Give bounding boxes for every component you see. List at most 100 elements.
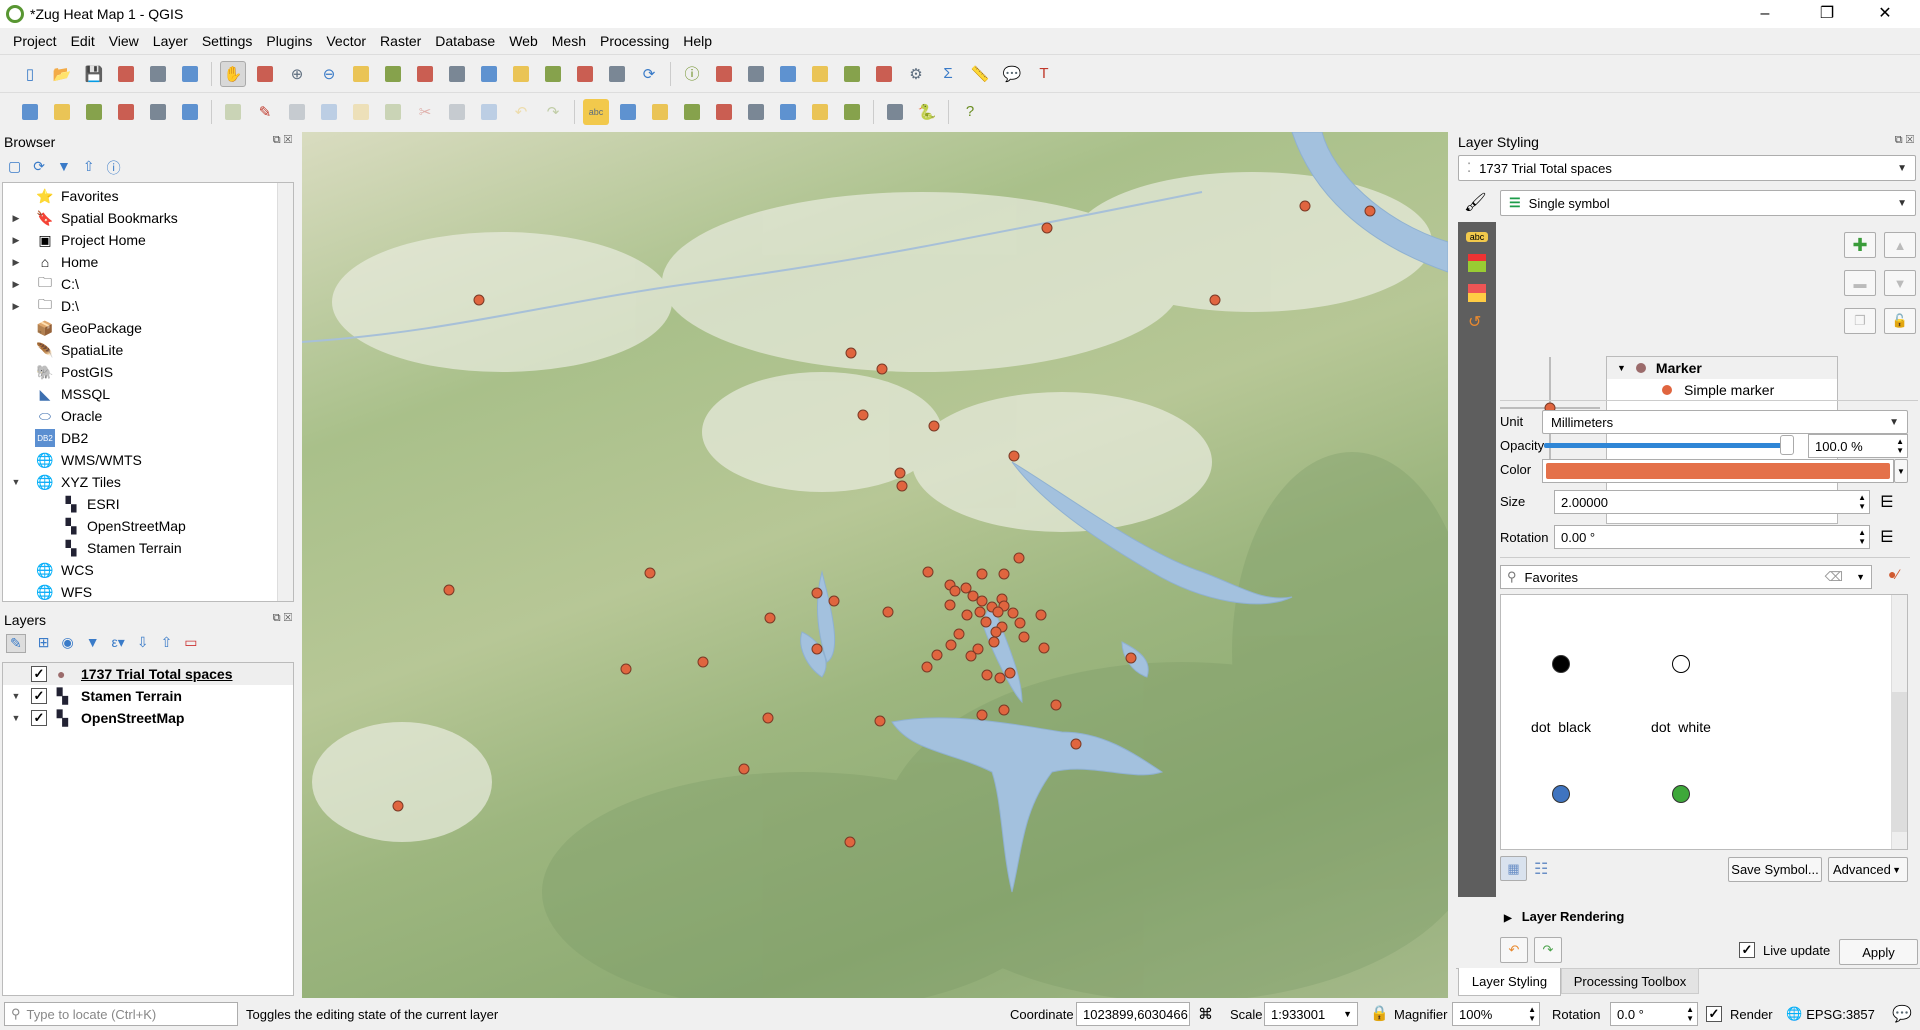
map-point[interactable]: [921, 661, 933, 673]
help-icon[interactable]: ?: [957, 99, 983, 125]
dock-buttons[interactable]: ⧉ ☒: [273, 134, 292, 147]
print-layout-icon[interactable]: [145, 61, 171, 87]
new-geopackage-icon[interactable]: [49, 99, 75, 125]
map-point[interactable]: [994, 672, 1006, 684]
history-tab-icon[interactable]: ↺: [1468, 312, 1496, 332]
new-temp-layer-icon[interactable]: [177, 99, 203, 125]
layer-visibility-checkbox[interactable]: ✓: [31, 666, 47, 682]
action-icon[interactable]: [711, 61, 737, 87]
new-spatial-bookmark-icon[interactable]: [572, 61, 598, 87]
map-point[interactable]: [949, 585, 961, 597]
map-point[interactable]: [1209, 294, 1221, 306]
move-up-button[interactable]: ▲: [1884, 232, 1916, 258]
map-point[interactable]: [1018, 631, 1030, 643]
map-point[interactable]: [762, 712, 774, 724]
render-checkbox[interactable]: ✓ Render: [1706, 1006, 1773, 1022]
data-defined-override-icon[interactable]: ⋿: [1880, 527, 1894, 547]
map-point[interactable]: [1038, 642, 1050, 654]
labels-tab-icon[interactable]: abc: [1466, 232, 1488, 242]
move-down-button[interactable]: ▼: [1884, 270, 1916, 296]
browser-item-oracle[interactable]: ⬭ Oracle: [3, 405, 293, 427]
map-point[interactable]: [876, 363, 888, 375]
menu-help[interactable]: Help: [676, 33, 719, 49]
map-canvas[interactable]: [302, 132, 1448, 998]
render-check[interactable]: ✓: [1706, 1006, 1722, 1022]
map-point[interactable]: [992, 606, 1004, 618]
menu-settings[interactable]: Settings: [195, 33, 260, 49]
pan-to-selection-icon[interactable]: [252, 61, 278, 87]
select-features-icon[interactable]: [743, 61, 769, 87]
menu-view[interactable]: View: [102, 33, 146, 49]
browser-item-db2[interactable]: DB2 DB2: [3, 427, 293, 449]
new-virtual-layer-icon[interactable]: [145, 99, 171, 125]
advanced-button[interactable]: Advanced ▼: [1828, 857, 1908, 882]
symbol-tree-root[interactable]: ▼ Marker: [1607, 357, 1837, 379]
filter-expression-icon[interactable]: ε▾: [112, 634, 125, 653]
live-update-checkbox[interactable]: ✓ Live update: [1739, 942, 1830, 958]
open-project-icon[interactable]: 📂: [49, 61, 75, 87]
map-point[interactable]: [811, 587, 823, 599]
map-point[interactable]: [1070, 738, 1082, 750]
info-icon[interactable]: ⓘ: [107, 158, 121, 178]
current-edits-icon[interactable]: [220, 99, 246, 125]
map-point[interactable]: [1364, 205, 1376, 217]
map-point[interactable]: [998, 568, 1010, 580]
symbol-tree-child[interactable]: Simple marker: [1607, 379, 1837, 401]
identify-icon[interactable]: ⓘ: [679, 61, 705, 87]
map-point[interactable]: [392, 800, 404, 812]
layer-select[interactable]: ⁚ 1737 Trial Total spaces ▼: [1458, 155, 1916, 181]
add-feature-icon[interactable]: [316, 99, 342, 125]
expand-arrow-icon[interactable]: ▶: [9, 235, 23, 246]
add-symbol-layer-button[interactable]: ✚: [1844, 232, 1876, 258]
rotation-spinbox[interactable]: 0.00 ° ▲ ▼: [1554, 525, 1870, 549]
map-point[interactable]: [931, 649, 943, 661]
layer-visibility-checkbox[interactable]: ✓: [31, 710, 47, 726]
new-shapefile-icon[interactable]: [81, 99, 107, 125]
measure-icon[interactable]: 📏: [967, 61, 993, 87]
layers-tree[interactable]: ✓ ● 1737 Trial Total spaces ▼ ✓ ▚ Stamen Terra…: [2, 662, 294, 996]
color-button[interactable]: [1542, 459, 1894, 483]
symbol-gallery[interactable]: dot black dot white: [1500, 594, 1908, 850]
copy-icon[interactable]: [444, 99, 470, 125]
symbol-item[interactable]: dot black: [1501, 615, 1621, 735]
refresh-icon[interactable]: ⟳: [33, 158, 45, 178]
symbol-item[interactable]: [1621, 745, 1741, 865]
menu-database[interactable]: Database: [428, 33, 502, 49]
browser-item-home[interactable]: ▶ ⌂ Home: [3, 251, 293, 273]
attribute-table-icon[interactable]: [839, 61, 865, 87]
new-spatialite-icon[interactable]: [113, 99, 139, 125]
menu-vector[interactable]: Vector: [319, 33, 373, 49]
browser-item-c-[interactable]: ▶ 🗀 C:\: [3, 273, 293, 295]
zoom-out-icon[interactable]: ⊖: [316, 61, 342, 87]
map-point[interactable]: [874, 715, 886, 727]
messages-icon[interactable]: 💬: [1892, 1004, 1912, 1024]
highlight-pinned-icon[interactable]: [679, 99, 705, 125]
map-point[interactable]: [473, 294, 485, 306]
browser-item-mssql[interactable]: ◣ MSSQL: [3, 383, 293, 405]
map-point[interactable]: [980, 616, 992, 628]
show-bookmarks-icon[interactable]: [604, 61, 630, 87]
field-calculator-icon[interactable]: [871, 61, 897, 87]
style-manager-icon[interactable]: ●⁄: [1888, 566, 1899, 582]
undo-button[interactable]: ↶: [1500, 937, 1528, 963]
map-point[interactable]: [896, 480, 908, 492]
coordinate-field[interactable]: 1023899,6030466: [1076, 1002, 1190, 1026]
filter-legend-icon[interactable]: ▼: [86, 634, 100, 653]
map-point[interactable]: [965, 650, 977, 662]
layer-item[interactable]: ▼ ✓ ▚ Stamen Terrain: [3, 685, 293, 707]
map-point[interactable]: [988, 636, 1000, 648]
change-label-icon[interactable]: [807, 99, 833, 125]
browser-item-wms-wmts[interactable]: 🌐 WMS/WMTS: [3, 449, 293, 471]
layer-visibility-checkbox[interactable]: ✓: [31, 688, 47, 704]
zoom-to-layer-icon[interactable]: [412, 61, 438, 87]
apply-button[interactable]: Apply: [1839, 939, 1918, 965]
deselect-icon[interactable]: [807, 61, 833, 87]
pan-icon[interactable]: ✋: [220, 60, 246, 87]
label-properties-icon[interactable]: [839, 99, 865, 125]
map-point[interactable]: [981, 669, 993, 681]
save-edits-icon[interactable]: [284, 99, 310, 125]
menu-layer[interactable]: Layer: [146, 33, 195, 49]
expand-arrow-icon[interactable]: ▶: [9, 301, 23, 312]
expand-arrow-icon[interactable]: ▼: [9, 691, 23, 701]
expand-arrow-icon[interactable]: ▶: [9, 279, 23, 290]
